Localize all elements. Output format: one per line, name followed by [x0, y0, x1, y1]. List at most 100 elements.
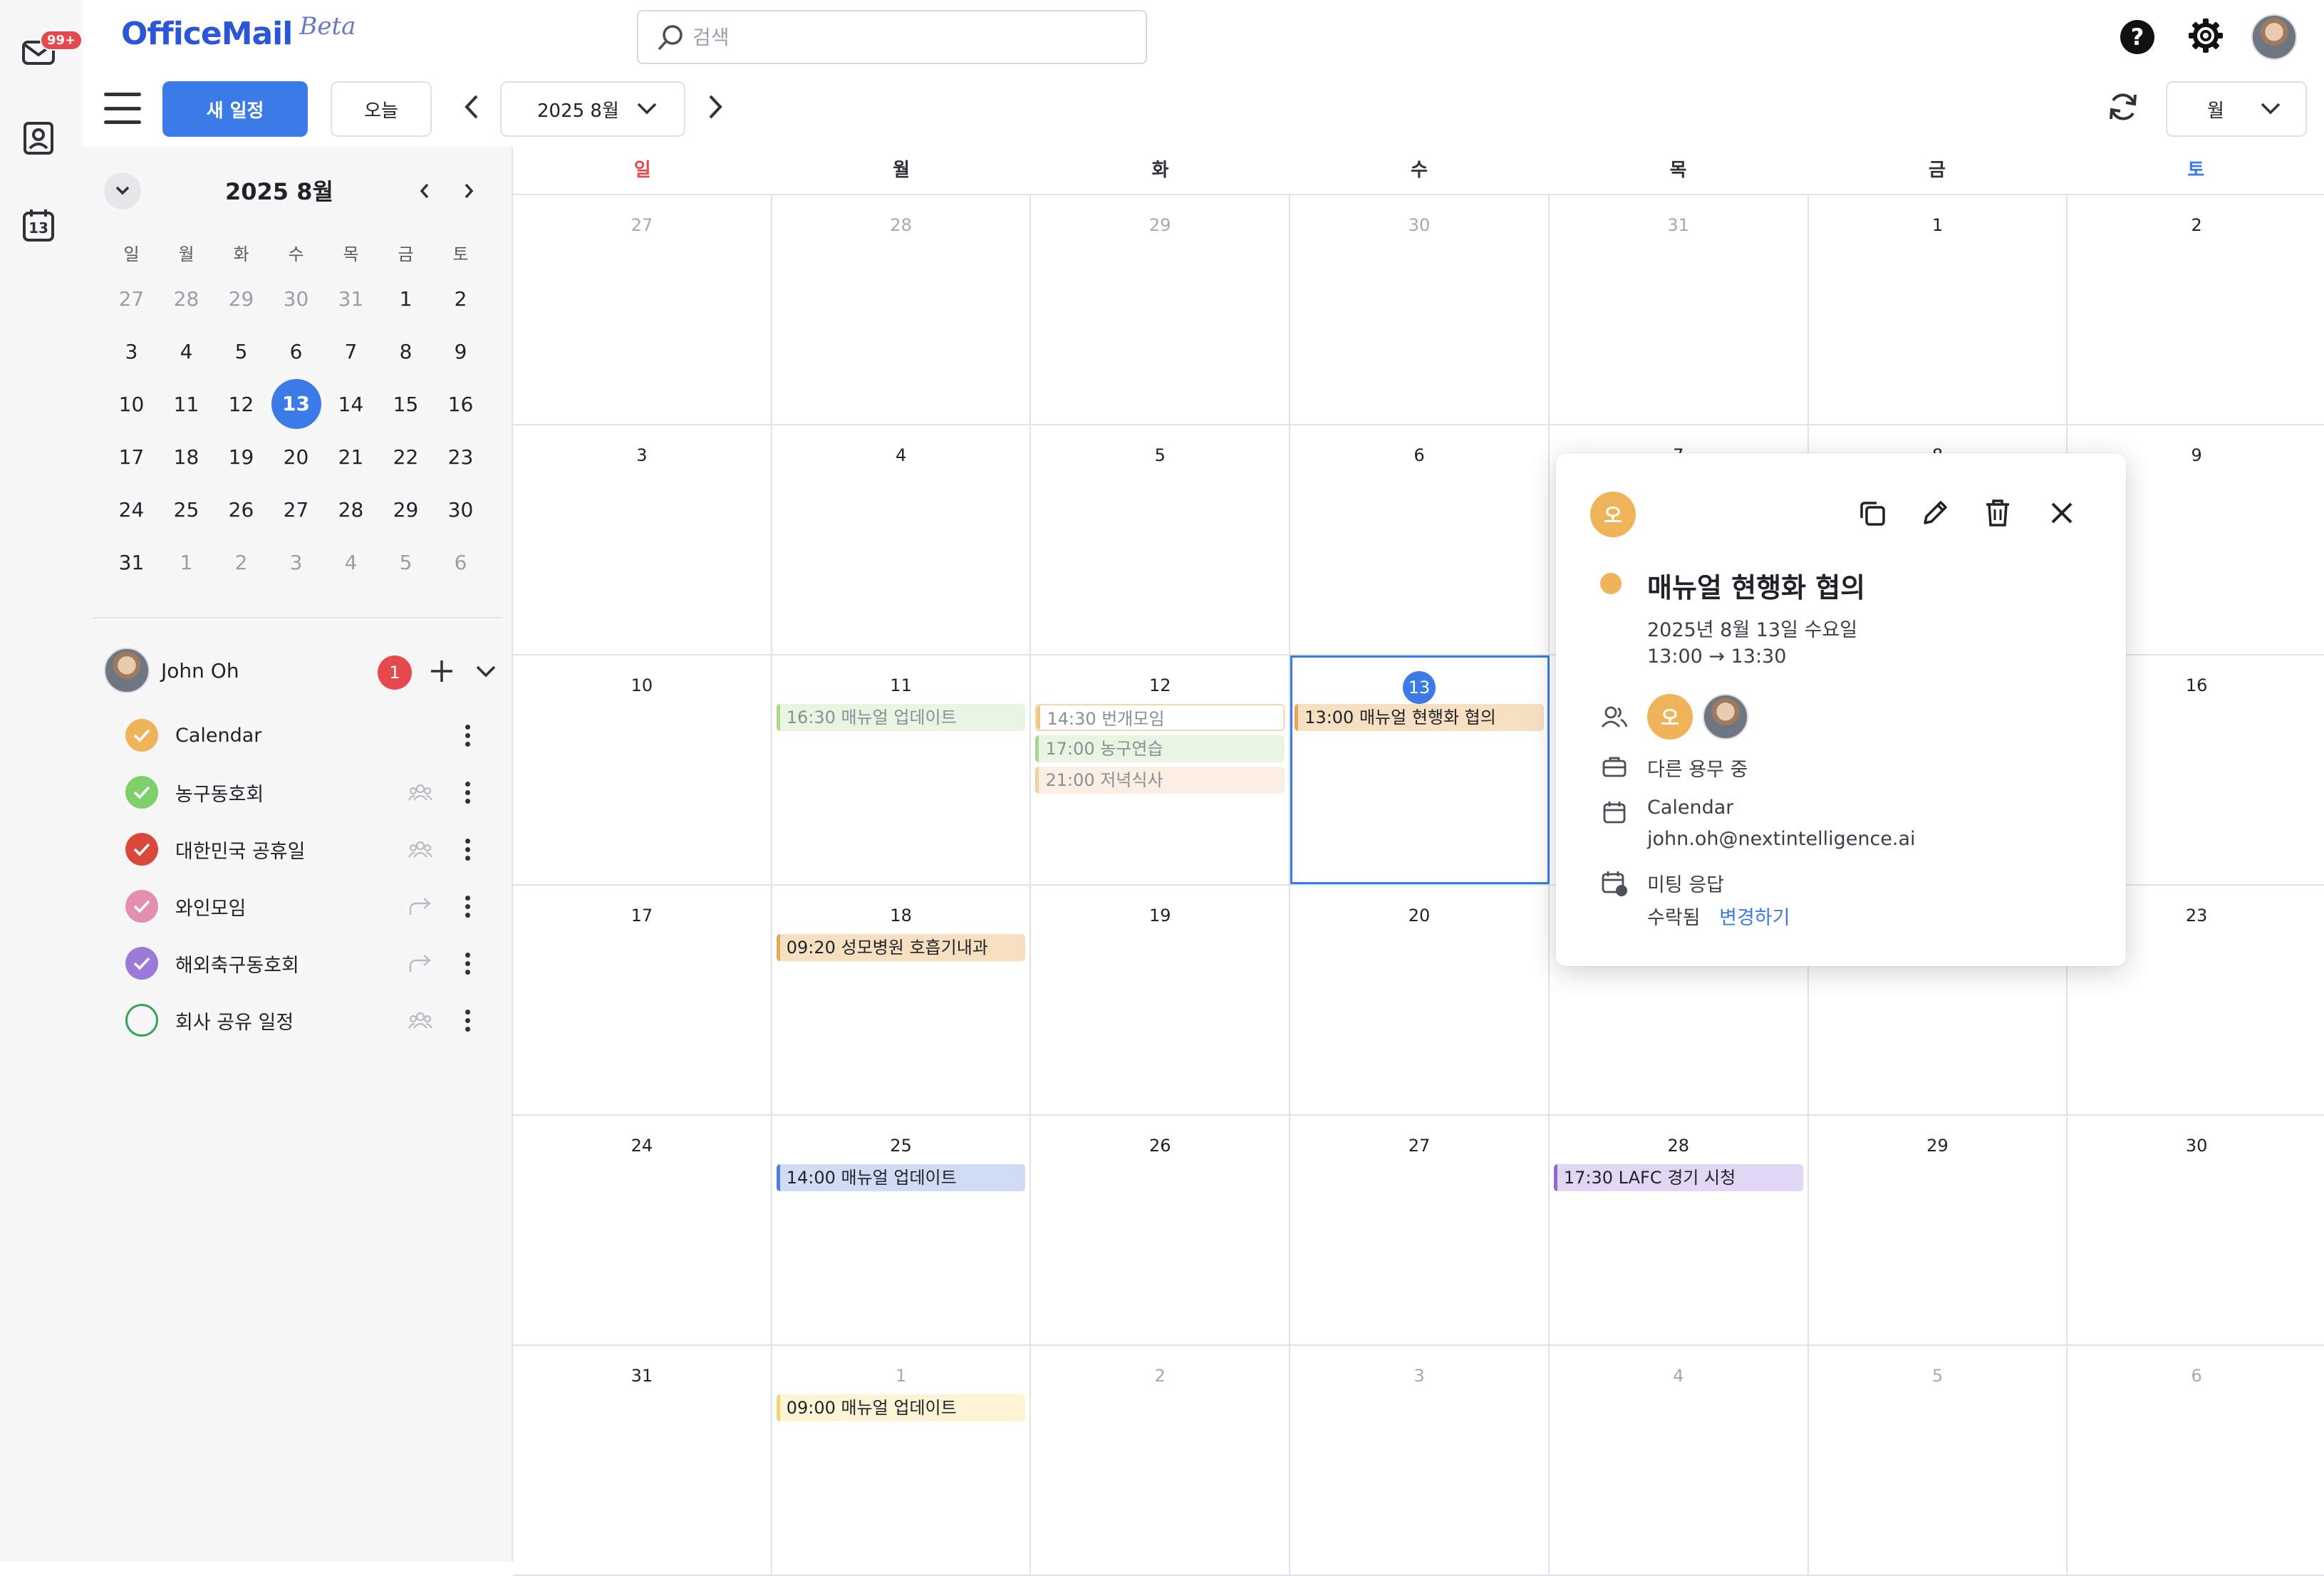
change-response-link[interactable]: 변경하기 [1719, 907, 1790, 929]
mini-day[interactable]: 29 [378, 498, 433, 522]
owner-expand-button[interactable] [467, 654, 504, 691]
calendar-list-item[interactable]: 해외축구동호회 [125, 935, 503, 992]
mini-day[interactable]: 10 [104, 393, 159, 416]
menu-toggle-button[interactable] [104, 93, 141, 124]
calendar-checkbox-checked[interactable] [125, 719, 158, 752]
day-cell[interactable]: 27 [513, 195, 772, 424]
mini-day[interactable]: 5 [378, 551, 433, 574]
mini-day[interactable]: 5 [214, 340, 269, 363]
event-chip[interactable]: 17:00 농구연습 [1035, 735, 1285, 762]
day-cell[interactable]: 13 13:00 매뉴얼 현행화 협의 [1290, 655, 1550, 884]
day-cell[interactable]: 4 [772, 425, 1032, 654]
calendar-list-item[interactable]: 회사 공유 일정 [125, 992, 503, 1049]
calendar-checkbox-checked[interactable] [125, 776, 158, 809]
calendar-options-button[interactable] [450, 889, 484, 923]
new-event-button[interactable]: 새 일정 [162, 81, 308, 137]
event-chip[interactable]: 14:30 번개모임 [1035, 704, 1285, 731]
user-avatar[interactable] [2251, 14, 2297, 60]
event-chip[interactable]: 21:00 저녁식사 [1035, 767, 1285, 794]
mini-day[interactable]: 6 [269, 340, 323, 363]
mini-day[interactable]: 25 [159, 498, 214, 522]
event-chip[interactable]: 09:20 성모병원 호흡기내과 [776, 934, 1026, 961]
search-box[interactable] [637, 10, 1147, 64]
mini-day[interactable]: 8 [378, 340, 433, 363]
event-chip[interactable]: 14:00 매뉴얼 업데이트 [776, 1164, 1026, 1191]
calendar-checkbox-checked[interactable] [125, 890, 158, 923]
calendar-options-button[interactable] [450, 775, 484, 809]
day-cell[interactable]: 27 [1290, 1116, 1550, 1344]
attendee-avatar-initial[interactable]: 오 [1647, 694, 1693, 740]
duplicate-event-button[interactable] [1854, 496, 1891, 533]
calendar-checkbox-unchecked[interactable] [125, 1004, 158, 1037]
mini-day[interactable]: 28 [323, 498, 378, 522]
day-cell[interactable]: 6 [1290, 425, 1550, 654]
day-cell[interactable]: 11 16:30 매뉴얼 업데이트 [772, 655, 1032, 884]
mini-day[interactable]: 2 [433, 287, 488, 311]
day-cell[interactable]: 5 [1031, 425, 1291, 654]
day-cell[interactable]: 29 [1031, 195, 1291, 424]
mini-day[interactable]: 27 [104, 287, 159, 311]
mini-day[interactable]: 4 [323, 551, 378, 574]
mini-day[interactable]: 28 [159, 287, 214, 311]
mini-day[interactable]: 3 [269, 551, 323, 574]
event-chip[interactable]: 16:30 매뉴얼 업데이트 [776, 704, 1026, 731]
mini-calendar-collapse-button[interactable] [104, 172, 141, 209]
mini-day[interactable]: 23 [433, 445, 488, 469]
calendar-list-item[interactable]: Calendar [125, 707, 503, 764]
close-popup-button[interactable] [2043, 496, 2080, 533]
day-cell[interactable]: 18 09:20 성모병원 호흡기내과 [772, 886, 1032, 1114]
day-cell[interactable]: 6 [2068, 1346, 2324, 1575]
calendar-options-button[interactable] [450, 946, 484, 980]
mini-day[interactable]: 30 [433, 498, 488, 522]
day-cell[interactable]: 30 [1290, 195, 1550, 424]
app-logo[interactable]: OfficeMail Beta [121, 12, 356, 58]
edit-event-button[interactable] [1916, 496, 1954, 533]
calendar-nav-button[interactable]: 13 [17, 204, 60, 247]
contacts-nav-button[interactable] [17, 118, 60, 161]
view-select[interactable]: 월 [2166, 81, 2307, 137]
delete-event-button[interactable] [1979, 496, 2016, 533]
calendar-checkbox-checked[interactable] [125, 947, 158, 980]
day-cell[interactable]: 1 [1809, 195, 2068, 424]
calendar-list-item[interactable]: 대한민국 공휴일 [125, 821, 503, 878]
search-input[interactable] [691, 24, 1121, 50]
mini-day[interactable]: 11 [159, 393, 214, 416]
calendar-options-button[interactable] [450, 832, 484, 866]
mini-prev-button[interactable] [410, 178, 439, 207]
mini-day[interactable]: 6 [433, 551, 488, 574]
mini-day[interactable]: 7 [323, 340, 378, 363]
next-month-button[interactable] [697, 90, 734, 127]
mini-day[interactable]: 22 [378, 445, 433, 469]
mini-day[interactable]: 31 [323, 287, 378, 311]
refresh-button[interactable] [2103, 88, 2143, 128]
day-cell[interactable]: 30 [2068, 1116, 2324, 1344]
mini-day[interactable]: 19 [214, 445, 269, 469]
add-calendar-button[interactable] [422, 653, 462, 693]
event-chip[interactable]: 09:00 매뉴얼 업데이트 [776, 1394, 1026, 1421]
day-cell[interactable]: 24 [513, 1116, 772, 1344]
settings-button[interactable] [2186, 17, 2226, 57]
day-cell[interactable]: 31 [513, 1346, 772, 1575]
mini-day[interactable]: 27 [269, 498, 323, 522]
mini-day[interactable]: 17 [104, 445, 159, 469]
day-cell[interactable]: 31 [1550, 195, 1809, 424]
mini-day[interactable]: 24 [104, 498, 159, 522]
mini-day[interactable]: 9 [433, 340, 488, 363]
period-select[interactable]: 2025 8월 [500, 81, 685, 137]
mini-day[interactable]: 31 [104, 551, 159, 574]
day-cell[interactable]: 17 [513, 886, 772, 1114]
mini-day[interactable]: 21 [323, 445, 378, 469]
day-cell[interactable]: 5 [1809, 1346, 2068, 1575]
mini-day[interactable]: 16 [433, 393, 488, 416]
event-chip[interactable]: 13:00 매뉴얼 현행화 협의 [1295, 704, 1544, 731]
today-button[interactable]: 오늘 [331, 81, 432, 137]
mini-day[interactable]: 15 [378, 393, 433, 416]
mini-day[interactable]: 29 [214, 287, 269, 311]
day-cell[interactable]: 1 09:00 매뉴얼 업데이트 [772, 1346, 1032, 1575]
mini-day[interactable]: 1 [159, 551, 214, 574]
day-cell[interactable]: 28 [772, 195, 1032, 424]
mini-day[interactable]: 26 [214, 498, 269, 522]
day-cell[interactable]: 3 [513, 425, 772, 654]
mini-day[interactable]: 3 [104, 340, 159, 363]
mini-day[interactable]: 2 [214, 551, 269, 574]
